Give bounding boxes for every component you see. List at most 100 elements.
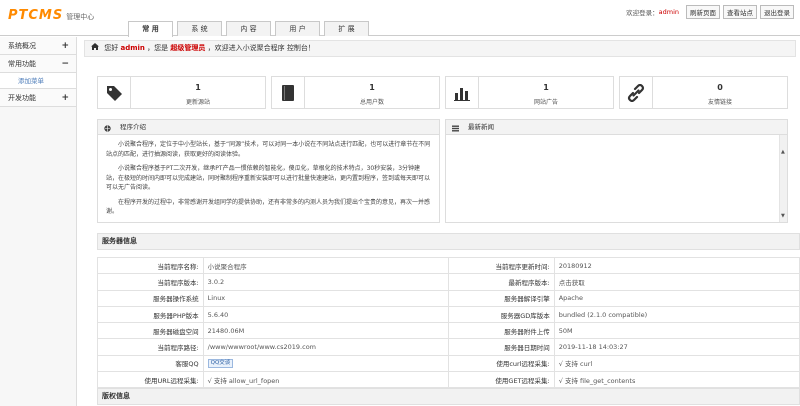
tag-icon bbox=[98, 77, 131, 108]
info-key: 服务器GD库版本 bbox=[448, 305, 555, 324]
info-value: Apache bbox=[553, 289, 800, 307]
username: admin bbox=[658, 8, 679, 16]
info-key: 服务器磁盘空间 bbox=[97, 322, 204, 340]
info-value: 20180912 bbox=[553, 256, 800, 275]
stat-card-users[interactable]: 1 总用户数 bbox=[271, 76, 440, 109]
panel-title: 程序介绍 bbox=[120, 123, 146, 131]
collapse-icon: − bbox=[61, 59, 69, 69]
globe-icon bbox=[104, 123, 111, 137]
table-row: 当前程序版本: 3.0.2 最新程序版本: 点击获取 bbox=[97, 273, 800, 291]
sidebar-item-system-overview[interactable]: 系统概况 + bbox=[0, 37, 76, 55]
scroll-up-icon[interactable]: ▲ bbox=[781, 149, 785, 155]
info-key: 服务器PHP版本 bbox=[97, 305, 204, 324]
expand-icon: + bbox=[61, 41, 69, 51]
intro-panel: 程序介绍 小说聚合程序，定位于中小型站长，基于“同源”技术，可以对同一本小说在不… bbox=[97, 119, 440, 223]
info-key: 当前程序更新时间: bbox=[448, 256, 555, 275]
info-key: 使用URL远程采集: bbox=[97, 371, 204, 389]
stat-label: 网站广告 bbox=[533, 99, 558, 106]
stat-label: 总用户数 bbox=[359, 99, 384, 106]
greeting-mid: ，您是 bbox=[147, 44, 169, 52]
stat-card-links[interactable]: 0 友情链接 bbox=[619, 76, 788, 109]
stat-number: 1 bbox=[369, 83, 375, 92]
info-value: √ 支持 file_get_contents bbox=[553, 371, 800, 389]
panel-header: 程序介绍 bbox=[98, 120, 439, 135]
table-row: 服务器操作系统 Linux 服务器解译引擎 Apache bbox=[97, 289, 800, 307]
user-role: 超级管理员 bbox=[170, 44, 206, 52]
info-key: 最新程序版本: bbox=[448, 273, 555, 291]
info-key: 服务器解译引擎 bbox=[448, 289, 555, 307]
tab-extend[interactable]: 扩 展 bbox=[324, 21, 369, 36]
info-key: 当前程序路径: bbox=[97, 338, 204, 356]
info-value: 5.6.40 bbox=[202, 305, 450, 324]
info-key: 使用GET远程采集: bbox=[448, 371, 555, 389]
panel-title: 最新新闻 bbox=[468, 123, 494, 131]
info-value: 2019-11-18 14:03:27 bbox=[553, 338, 800, 356]
table-row: 客服QQ QQ交谈 使用curl远程采集: √ 支持 curl bbox=[97, 354, 800, 373]
greeting-username: admin bbox=[120, 44, 145, 52]
logo-text: PTCMS bbox=[8, 8, 64, 23]
top-header: PTCMS 管理中心 常 用 系 统 内 容 用 户 扩 展 欢迎登录： adm… bbox=[0, 0, 800, 37]
info-key: 服务器操作系统 bbox=[97, 289, 204, 307]
welcome-text: 欢迎登录： bbox=[626, 9, 659, 17]
info-key: 服务器附件上传 bbox=[448, 322, 555, 340]
expand-icon: + bbox=[61, 93, 69, 103]
panel-header: 最新新闻 bbox=[446, 120, 787, 135]
stat-number: 1 bbox=[195, 83, 201, 92]
link-icon bbox=[620, 77, 653, 108]
book-icon bbox=[272, 77, 305, 108]
stat-label: 友情链接 bbox=[707, 99, 732, 106]
breadcrumb: 您好 admin ，您是 超级管理员 ，欢迎进入小说聚合程序 控制台！ bbox=[84, 40, 796, 57]
info-key: 当前程序版本: bbox=[97, 273, 204, 291]
bar-chart-icon bbox=[446, 77, 479, 108]
info-value: √ 支持 curl bbox=[553, 354, 800, 373]
logout-button[interactable]: 退出登录 bbox=[760, 5, 794, 19]
sidebar-item-label: 开发功能 bbox=[8, 94, 36, 102]
scroll-down-icon[interactable]: ▼ bbox=[781, 213, 785, 219]
info-value: √ 支持 allow_url_fopen bbox=[202, 371, 450, 389]
info-value: QQ交谈 bbox=[202, 354, 450, 373]
server-info-heading: 服务器信息 bbox=[97, 233, 800, 250]
table-row: 服务器PHP版本 5.6.40 服务器GD库版本 bundled (2.1.0 … bbox=[97, 305, 800, 324]
logo[interactable]: PTCMS 管理中心 bbox=[8, 8, 94, 23]
tab-system[interactable]: 系 统 bbox=[177, 21, 222, 36]
info-value: 3.0.2 bbox=[202, 273, 450, 291]
greeting-text: 您好 bbox=[104, 44, 119, 52]
stat-card-sources[interactable]: 1 更新源站 bbox=[97, 76, 266, 109]
sidebar-item-add-menu[interactable]: 添加菜单 bbox=[0, 73, 76, 89]
stat-number: 1 bbox=[543, 83, 549, 92]
home-icon bbox=[91, 43, 99, 52]
info-value: /www/wwwroot/www.cs2019.com bbox=[202, 338, 450, 356]
tab-users[interactable]: 用 户 bbox=[275, 21, 320, 36]
greeting-suffix: ，欢迎进入小说聚合程序 控制台！ bbox=[207, 44, 315, 52]
info-key: 客服QQ bbox=[97, 354, 204, 373]
info-key: 使用curl远程采集: bbox=[448, 354, 555, 373]
copyright-heading: 版权信息 bbox=[97, 388, 800, 405]
info-value: 50M bbox=[553, 322, 800, 340]
user-toolbar: 欢迎登录： admin 刷新页面 查看站点 退出登录 bbox=[626, 5, 794, 19]
tab-content[interactable]: 内 容 bbox=[226, 21, 271, 36]
sidebar: 系统概况 + 常用功能 − 添加菜单 开发功能 + bbox=[0, 37, 77, 406]
refresh-page-button[interactable]: 刷新页面 bbox=[686, 5, 720, 19]
info-value: Linux bbox=[202, 289, 450, 307]
stat-number: 0 bbox=[717, 83, 723, 92]
info-value: 小说聚合程序 bbox=[202, 256, 450, 275]
tab-common[interactable]: 常 用 bbox=[128, 21, 173, 37]
table-row: 使用URL远程采集: √ 支持 allow_url_fopen 使用GET远程采… bbox=[97, 371, 800, 389]
sidebar-item-label: 系统概况 bbox=[8, 42, 36, 50]
intro-paragraph: 小说聚合程序，定位于中小型站长，基于“同源”技术，可以对同一本小说在不同站点进行… bbox=[106, 141, 431, 158]
sidebar-item-common-functions[interactable]: 常用功能 − bbox=[0, 55, 76, 73]
news-panel: 最新新闻 ▲ ▼ bbox=[445, 119, 788, 223]
sidebar-item-dev-functions[interactable]: 开发功能 + bbox=[0, 89, 76, 107]
info-key: 当前程序名称: bbox=[97, 256, 204, 275]
table-row: 服务器磁盘空间 21480.06M 服务器附件上传 50M bbox=[97, 322, 800, 340]
logo-subtitle: 管理中心 bbox=[66, 13, 95, 21]
info-value: 21480.06M bbox=[202, 322, 450, 340]
qq-chat-button[interactable]: QQ交谈 bbox=[207, 359, 234, 369]
get-latest-version-link[interactable]: 点击获取 bbox=[553, 273, 800, 291]
stat-card-ads[interactable]: 1 网站广告 bbox=[445, 76, 614, 109]
list-icon bbox=[452, 123, 459, 137]
news-scrollbar[interactable]: ▲ ▼ bbox=[779, 135, 787, 222]
intro-paragraph: 小说聚合程序基于PT二次开发，继承PT产品一惯依赖的智能化，傻瓜化，草根化的技术… bbox=[106, 165, 431, 191]
info-key: 服务器日期时间 bbox=[448, 338, 555, 356]
view-site-button[interactable]: 查看站点 bbox=[723, 5, 757, 19]
